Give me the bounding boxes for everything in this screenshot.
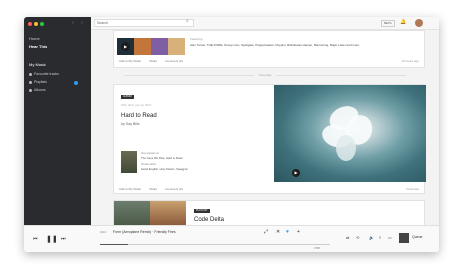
volume-icon[interactable]: 🔈 [369, 235, 374, 240]
playlists-notification-badge [74, 81, 78, 85]
sidebar-item-label: Playlists [34, 80, 47, 84]
also-appears-on-value: The Gays We Rise, Hard to Read [141, 156, 183, 160]
playlist-title[interactable]: Code Delta [194, 217, 224, 223]
sidebar-item-label: Favourite tracks [34, 72, 59, 76]
featuring-names: Alex Turner, THE KNIFE, Snoop Lion, Spot… [190, 43, 360, 47]
sidebar-item-label: Home [29, 36, 40, 41]
shuffle-icon[interactable]: ⇄ [346, 235, 349, 240]
app-window: ‹ › Home Hear This My Music Favourite tr… [24, 17, 439, 252]
sidebar-item-hear-this[interactable]: Hear This [29, 44, 47, 49]
playlist-mosaic[interactable] [114, 201, 186, 225]
pause-icon[interactable]: ❚❚ [46, 235, 58, 243]
artwork-thumbnail[interactable] [168, 38, 185, 55]
sidebar: ‹ › Home Hear This My Music Favourite tr… [24, 17, 91, 225]
now-playing-title[interactable]: Form (Aeroplane Remix) · Friendly Fires [113, 230, 176, 234]
artwork-thumbnail[interactable]: ▶ [117, 38, 134, 55]
maximize-window-button[interactable] [40, 22, 44, 26]
featured-thumbnails: ▶ [117, 38, 185, 55]
sidebar-item-my-music[interactable]: My Music [29, 62, 46, 67]
album-tag: ALBUM [121, 95, 134, 99]
queue-artwork[interactable] [399, 233, 409, 243]
similar-artists-label: Similar artists [141, 163, 157, 166]
timestamp: Yesterday [405, 187, 419, 191]
share-button[interactable]: Share [149, 187, 157, 191]
card-actions: Add to My Music Share Comment (0) [119, 187, 183, 191]
flower-petal [336, 135, 356, 161]
playlist-icon [29, 80, 32, 84]
album-artwork[interactable]: ▶ [274, 85, 426, 182]
sidebar-item-label: Albums [34, 88, 46, 92]
album-icon [29, 88, 32, 92]
artwork-thumbnail [114, 201, 150, 225]
airplay-icon[interactable]: ▭ [388, 235, 392, 240]
card-actions: Add to My Music Share Comment (0) [119, 59, 183, 63]
close-icon[interactable]: ✕ [276, 229, 280, 235]
play-icon[interactable]: ▶ [292, 169, 300, 177]
minimize-window-button[interactable] [34, 22, 38, 26]
artwork-thumbnail [150, 201, 186, 225]
featuring-label: Featuring [190, 37, 203, 41]
timestamp: 13 hours ago [401, 59, 419, 63]
add-icon[interactable]: + [297, 229, 300, 235]
sidebar-item-favourite-tracks[interactable]: Favourite tracks [29, 72, 59, 76]
progress-fill [100, 244, 128, 245]
beta-badge: BETA [381, 20, 395, 27]
heart-icon[interactable]: ♥ [286, 229, 289, 235]
search-icon[interactable]: ⌕ [186, 18, 189, 24]
album-artist[interactable]: by Gay Blitz [121, 122, 140, 126]
total-time: 3:58 [314, 246, 320, 250]
sidebar-item-label: My Music [29, 62, 46, 67]
forward-arrow-icon[interactable]: › [81, 20, 83, 26]
previous-track-icon[interactable]: ⏮ [33, 236, 38, 242]
add-to-my-music-button[interactable]: Add to My Music [119, 187, 141, 191]
next-track-icon[interactable]: ⏭ [61, 236, 66, 242]
back-arrow-icon[interactable]: ‹ [72, 20, 74, 26]
close-window-button[interactable] [28, 22, 32, 26]
sidebar-item-label: Hear This [29, 44, 48, 49]
heart-icon [29, 72, 32, 76]
sidebar-item-home[interactable]: Home [29, 36, 40, 41]
comment-button[interactable]: Comment (0) [165, 187, 183, 191]
artwork-thumbnail[interactable] [134, 38, 151, 55]
comment-button[interactable]: Comment (0) [165, 59, 183, 63]
also-appears-on-label: Also appears on [141, 152, 160, 155]
player-bar: ⏮ ❚❚ ⏭ 0:24 Form (Aeroplane Remix) · Fri… [24, 225, 439, 252]
sidebar-item-albums[interactable]: Albums [29, 88, 46, 92]
playlist-tag: PLAYLIST [194, 209, 210, 213]
top-bar: Search ⌕ BETA 🔔 [91, 17, 439, 30]
repeat-icon[interactable]: ⟲ [356, 235, 359, 240]
artwork-thumbnail[interactable] [151, 38, 168, 55]
sidebar-item-playlists[interactable]: Playlists [29, 80, 47, 84]
share-button[interactable]: Share [149, 59, 157, 63]
link-icon[interactable]: ⤢ [264, 229, 268, 235]
user-avatar[interactable] [415, 19, 423, 27]
date-separator-label: Yesterday [258, 73, 272, 77]
notifications-bell-icon[interactable]: 🔔 [400, 19, 406, 25]
search-input[interactable]: Search [94, 19, 194, 27]
progress-bar[interactable] [100, 244, 330, 245]
equalizer-icon[interactable]: ≡ [379, 235, 381, 240]
queue-button[interactable]: Queue [412, 235, 423, 239]
elapsed-time: 0:24 [100, 230, 106, 234]
similar-artists-value: Hazel English, Holy Sisters, Spaggino [141, 167, 188, 171]
feed-card-album: ALBUM Why don't you try this? Hard to Re… [113, 84, 426, 194]
feed: ▶ Featuring Alex Turner, THE KNIFE, Snoo… [91, 30, 439, 225]
feed-card-featuring: ▶ Featuring Alex Turner, THE KNIFE, Snoo… [113, 30, 425, 68]
add-to-my-music-button[interactable]: Add to My Music [119, 59, 141, 63]
play-icon[interactable]: ▶ [121, 42, 130, 51]
album-cover-thumbnail[interactable] [121, 151, 137, 173]
feed-card-playlist: PLAYLIST Code Delta [113, 200, 425, 225]
date-separator: Yesterday [91, 73, 439, 77]
recommendation-reason: Why don't you try this? [121, 103, 152, 107]
album-title[interactable]: Hard to Read [121, 113, 157, 119]
